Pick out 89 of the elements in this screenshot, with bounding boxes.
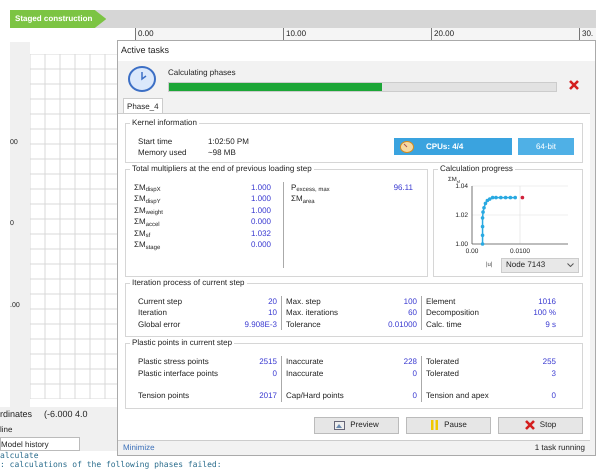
chevron-icon [567, 263, 574, 268]
field-value: 2515 [259, 356, 277, 368]
console-line: alculate [0, 451, 39, 460]
field-label: Start time [138, 136, 174, 147]
field-value: 255 [542, 356, 556, 368]
action-button[interactable]: Preview [314, 416, 399, 434]
field-value: 3 [552, 368, 556, 380]
status-text: 1 task running [534, 442, 585, 454]
field-value: 10 [268, 307, 277, 319]
data-point [520, 196, 524, 200]
field-value: 228 [404, 356, 417, 368]
close-icon[interactable] [569, 80, 579, 90]
close-icon [524, 420, 535, 430]
group-title: Total multipliers at the end of previous loading step [130, 162, 314, 175]
field-value: 1.000 [250, 204, 271, 216]
panel-tab[interactable]: line [0, 423, 80, 437]
console-line: : calculations of the following phases failed: [0, 460, 222, 469]
field-value: 2017 [259, 390, 277, 402]
field-label: Tolerated [426, 368, 459, 380]
field-label: Plastic stress points [138, 356, 209, 368]
field-value: 0 [272, 368, 277, 380]
field-label: Max. step [286, 296, 321, 308]
image-icon [334, 420, 346, 430]
action-button[interactable]: Stop [498, 416, 583, 434]
field-value: 20 [268, 296, 277, 308]
task-label: Calculating phases [168, 66, 237, 79]
clock-icon [128, 66, 156, 92]
field-label: Tension points [138, 390, 190, 402]
cpus-badge: CPUs: 4/4 [394, 138, 512, 156]
bits-badge: 64-bit [518, 138, 574, 156]
field-label: Decomposition [426, 307, 479, 319]
field-label: Tolerance [286, 318, 321, 330]
field-value: 0.000 [250, 216, 271, 228]
field-label: Global error [138, 318, 180, 330]
field-label: Inaccurate [286, 356, 324, 368]
field-value: ~98 MB [208, 146, 236, 158]
field-value: 0 [552, 390, 556, 402]
field-label: Max. iterations [286, 307, 338, 319]
field-label: Tolerated [426, 356, 459, 368]
group-title: Calculation progress [438, 162, 515, 175]
data-point [480, 224, 484, 228]
data-point [480, 233, 484, 238]
field-label: Element [426, 296, 456, 308]
field-value: 0 [412, 368, 417, 380]
curve-line [482, 196, 516, 244]
field-value: 1:02:50 PM [208, 136, 249, 147]
coordinates-label: rdinates [0, 408, 32, 422]
field-label: ΣM$_{area}$ [291, 193, 315, 205]
pause-icon [430, 420, 440, 430]
phase-tab[interactable]: Phase_4 [123, 98, 163, 113]
field-label: ΣM$_{dispY}$ [134, 193, 161, 205]
node-dropdown[interactable]: Node 7143 [501, 258, 579, 273]
field-value: 100 % [533, 307, 556, 319]
field-value: 1.000 [250, 182, 271, 194]
field-label: ΣM$_{weight}$ [134, 204, 163, 216]
field-label: Plastic interface points [138, 368, 218, 380]
group-title: Plastic points in current step [130, 337, 234, 350]
field-value: 0 [412, 390, 417, 402]
field-label: ΣM$_{sf}$ [134, 228, 150, 240]
field-label: ΣM$_{stage}$ [134, 239, 160, 251]
field-value: 1016 [538, 296, 556, 308]
coordinates-value: (-6.000 4.0 [44, 408, 88, 422]
field-value: 0.01000 [388, 318, 417, 330]
field-label: Tension and apex [426, 390, 489, 402]
group-title: Iteration process of current step [130, 276, 246, 289]
field-value: 96.11 [394, 182, 413, 194]
field-label: Inaccurate [286, 368, 324, 380]
field-label: Memory used [138, 146, 188, 158]
field-value: 1.032 [250, 228, 271, 240]
gauge-icon [400, 140, 414, 153]
dialog-title: Active tasks [118, 41, 595, 60]
data-point [480, 216, 484, 220]
field-label: Cap/Hard points [286, 390, 344, 402]
field-value: 0.000 [250, 239, 271, 251]
data-point [480, 242, 484, 246]
field-label: P$_{excess, max}$ [291, 182, 330, 194]
field-value: 60 [408, 307, 417, 319]
field-label: Current step [138, 296, 182, 308]
field-label: ΣM$_{dispX}$ [134, 182, 161, 194]
minimize-link[interactable]: Minimize [123, 442, 155, 454]
field-value: 100 [404, 296, 417, 308]
field-value: 9.908E-3 [244, 318, 277, 330]
field-value: 1.000 [250, 193, 271, 205]
action-button[interactable]: Pause [406, 416, 491, 434]
field-label: Iteration [138, 307, 167, 319]
field-value: 9 s [545, 318, 556, 330]
field-label: ΣM$_{accel}$ [134, 216, 160, 228]
panel-tab[interactable]: Model history [0, 437, 80, 451]
field-label: Calc. time [426, 318, 462, 330]
